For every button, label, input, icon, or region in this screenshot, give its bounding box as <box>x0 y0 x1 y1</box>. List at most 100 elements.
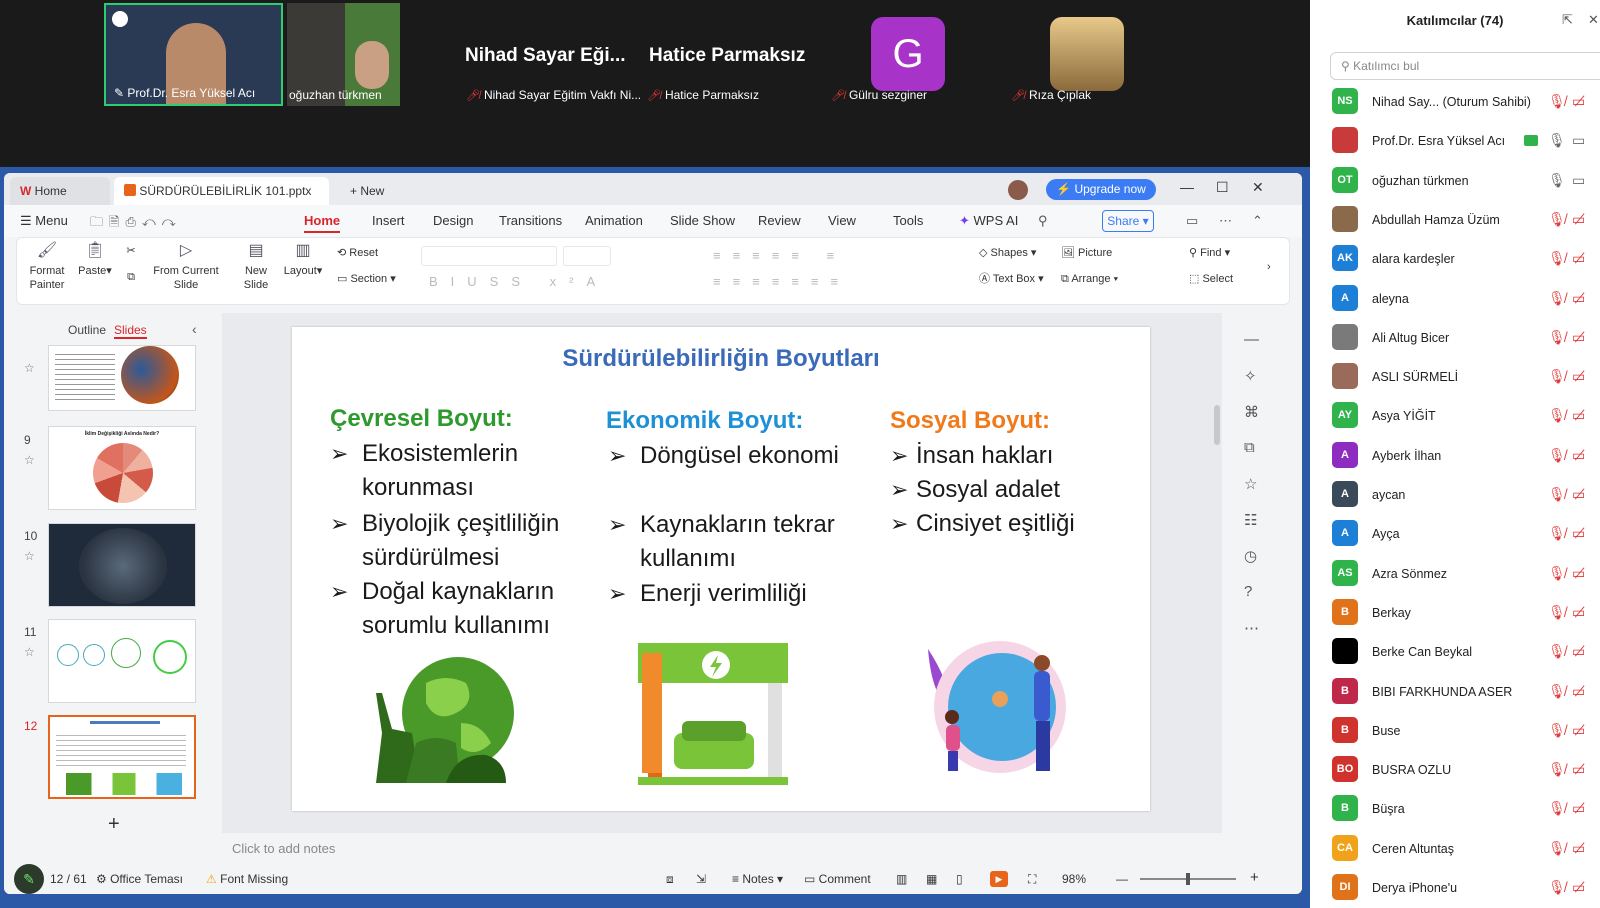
layout-button[interactable]: ▥ Layout▾ <box>281 243 325 278</box>
video-tile[interactable]: G 🎤︎̸ Gülru sezginer <box>823 3 1003 106</box>
participant-row[interactable]: Berke Can Beykal 🎙︎̸ ▭̸ <box>1310 634 1600 672</box>
minimize-panel-icon[interactable]: — <box>1244 331 1259 348</box>
tab-review[interactable]: Review <box>758 213 801 228</box>
star-icon[interactable]: ☆ <box>24 645 35 659</box>
participant-row[interactable]: A Ayberk İlhan 🎙︎̸ ▭̸ <box>1310 438 1600 476</box>
participant-row[interactable]: CA Ceren Altuntaş 🎙︎̸ ▭̸ <box>1310 831 1600 869</box>
muted-mic-icon[interactable]: 🎙︎̸ <box>1548 290 1566 307</box>
camera-off-icon[interactable]: ▭̸ <box>1572 525 1585 542</box>
slide-sorter-icon[interactable]: ▦ <box>926 872 937 886</box>
muted-mic-icon[interactable]: 🎙︎̸ <box>1548 486 1566 503</box>
history-icon[interactable]: ◷ <box>1244 547 1257 565</box>
muted-mic-icon[interactable]: 🎙︎̸ <box>1548 447 1566 464</box>
copy-icon[interactable]: ⧉ <box>121 270 141 284</box>
video-tile[interactable]: 🎤︎̸ Rıza Çıplak <box>1003 3 1178 106</box>
search-icon[interactable]: ⚲ <box>1038 213 1048 229</box>
normal-view-icon[interactable]: ▥ <box>896 872 907 886</box>
muted-mic-icon[interactable]: 🎙︎̸ <box>1548 250 1566 267</box>
font-missing-warning[interactable]: ⚠ Font Missing <box>206 872 288 886</box>
text-box-button[interactable]: Ⓐ Text Box ▾ <box>979 272 1044 286</box>
slide-thumbnail[interactable]: İklim Değişikliği Aslında Nedir? <box>48 426 196 510</box>
comment-icon[interactable]: ▭ <box>1186 213 1198 229</box>
minimize-icon[interactable]: — <box>1180 179 1194 195</box>
new-tab-button[interactable]: + New <box>340 177 410 205</box>
participant-row[interactable]: Ali Altug Bicer 🎙︎̸ ▭̸ <box>1310 320 1600 358</box>
tab-view[interactable]: View <box>828 213 856 228</box>
help-icon[interactable]: ? <box>1244 583 1252 600</box>
camera-off-icon[interactable]: ▭̸ <box>1572 290 1585 307</box>
zoom-out-icon[interactable]: — <box>1116 872 1128 886</box>
muted-mic-icon[interactable]: 🎙︎̸ <box>1548 407 1566 424</box>
muted-mic-icon[interactable]: 🎙︎̸ <box>1548 800 1566 817</box>
mic-icon[interactable]: 🎙︎ <box>1548 172 1566 189</box>
picture-button[interactable]: 🖼︎ Picture <box>1061 246 1112 260</box>
camera-off-icon[interactable]: ▭̸ <box>1572 683 1585 700</box>
font-name-select[interactable] <box>421 246 557 266</box>
participant-row[interactable]: B BIBI FARKHUNDA ASER 🎙︎̸ ▭̸ <box>1310 674 1600 712</box>
reset-button[interactable]: ⟲ Reset <box>337 246 378 260</box>
participant-row[interactable]: AK alara kardeşler 🎙︎̸ ▭̸ <box>1310 241 1600 279</box>
camera-off-icon[interactable]: ▭̸ <box>1572 604 1585 621</box>
design-icon[interactable]: ⌘ <box>1244 403 1259 421</box>
close-panel-icon[interactable]: ✕ <box>1588 12 1599 28</box>
select-button[interactable]: ⬚ Select <box>1189 272 1233 286</box>
participant-row[interactable]: OT oğuzhan türkmen 🎙︎ ▭ <box>1310 163 1600 201</box>
camera-off-icon[interactable]: ▭̸ <box>1572 93 1585 110</box>
zoom-slider-thumb[interactable] <box>1186 873 1190 885</box>
muted-mic-icon[interactable]: 🎙︎̸ <box>1548 525 1566 542</box>
vertical-scrollbar[interactable] <box>1214 405 1220 445</box>
participant-row[interactable]: DI Derya iPhone'u 🎙︎̸ ▭̸ <box>1310 870 1600 908</box>
participant-row[interactable]: Prof.Dr. Esra Yüksel Acı 🎙︎ ▭ <box>1310 123 1600 161</box>
participant-row[interactable]: AY Asya YİĞİT 🎙︎̸ ▭̸ <box>1310 398 1600 436</box>
muted-mic-icon[interactable]: 🎙︎̸ <box>1548 722 1566 739</box>
camera-off-icon[interactable]: ▭̸ <box>1572 800 1585 817</box>
participant-row[interactable]: NS Nihad Say... (Oturum Sahibi) 🎙︎̸ ▭̸ <box>1310 84 1600 122</box>
find-button[interactable]: ⚲ Find ▾ <box>1189 246 1230 260</box>
video-tile[interactable]: Hatice Parmaksız 🎤︎̸ Hatice Parmaksız <box>645 3 825 106</box>
menu-button[interactable]: ☰ Menu <box>20 213 68 229</box>
muted-mic-icon[interactable]: 🎙︎̸ <box>1548 643 1566 660</box>
camera-off-icon[interactable]: ▭̸ <box>1572 250 1585 267</box>
star-icon[interactable]: ☆ <box>1244 475 1257 493</box>
slide-thumbnail[interactable] <box>48 523 196 607</box>
slideshow-play-icon[interactable]: ▶ <box>990 871 1008 887</box>
maximize-icon[interactable]: ☐ <box>1216 179 1229 196</box>
fit-icon[interactable]: ⧈ <box>666 872 674 887</box>
camera-off-icon[interactable]: ▭̸ <box>1572 407 1585 424</box>
camera-off-icon[interactable]: ▭̸ <box>1572 879 1585 896</box>
star-icon[interactable]: ☆ <box>24 549 35 563</box>
zoom-level[interactable]: 98% <box>1062 872 1086 886</box>
tab-design[interactable]: Design <box>433 213 473 228</box>
pen-tool-icon[interactable]: ✎ <box>14 864 44 894</box>
tab-slide-show[interactable]: Slide Show <box>670 213 735 228</box>
camera-off-icon[interactable]: ▭̸ <box>1572 486 1585 503</box>
more-icon[interactable]: ⋯ <box>1219 213 1232 229</box>
upgrade-button[interactable]: ⚡ Upgrade now <box>1046 179 1156 200</box>
camera-off-icon[interactable]: ▭̸ <box>1572 840 1585 857</box>
slide-thumbnail[interactable] <box>48 619 196 703</box>
camera-off-icon[interactable]: ▭̸ <box>1572 565 1585 582</box>
tab-animation[interactable]: Animation <box>585 213 643 228</box>
camera-off-icon[interactable]: ▭̸ <box>1572 722 1585 739</box>
format-painter-button[interactable]: 🖌︎ Format Painter <box>23 243 71 292</box>
camera-off-icon[interactable]: ▭̸ <box>1572 329 1585 346</box>
participant-row[interactable]: B Berkay 🎙︎̸ ▭̸ <box>1310 595 1600 633</box>
tab-document[interactable]: SÜRDÜRÜLEBİLİRLİK 101.pptx ✕ <box>114 177 329 226</box>
participant-row[interactable]: Aaleyna 🎙︎̸ ▭̸ <box>1310 281 1600 319</box>
participant-row[interactable]: B Buse 🎙︎̸ ▭̸ <box>1310 713 1600 751</box>
add-slide-icon[interactable]: + <box>108 813 120 836</box>
tab-insert[interactable]: Insert <box>372 213 405 228</box>
settings-sliders-icon[interactable]: ☷ <box>1244 511 1257 529</box>
notes-area[interactable]: Click to add notes <box>222 833 1222 863</box>
participant-row[interactable]: AS Azra Sönmez 🎙︎̸ ▭̸ <box>1310 556 1600 594</box>
tab-outline[interactable]: Outline <box>68 323 106 337</box>
more-icon[interactable]: ⋯ <box>1244 619 1259 637</box>
tab-transitions[interactable]: Transitions <box>499 213 562 228</box>
participant-row[interactable]: ASLI SÜRMELİ 🎙︎̸ ▭̸ <box>1310 359 1600 397</box>
muted-mic-icon[interactable]: 🎙︎̸ <box>1548 368 1566 385</box>
from-current-slide-button[interactable]: ▷ From Current Slide <box>153 243 219 292</box>
section-button[interactable]: ▭ Section ▾ <box>337 272 396 286</box>
tab-wps-ai[interactable]: ✦ WPS AI <box>959 213 1018 229</box>
slide[interactable]: Sürdürülebilirliğin Boyutları Çevresel B… <box>292 327 1150 811</box>
participant-row[interactable]: B Büşra 🎙︎̸ ▭̸ <box>1310 791 1600 829</box>
